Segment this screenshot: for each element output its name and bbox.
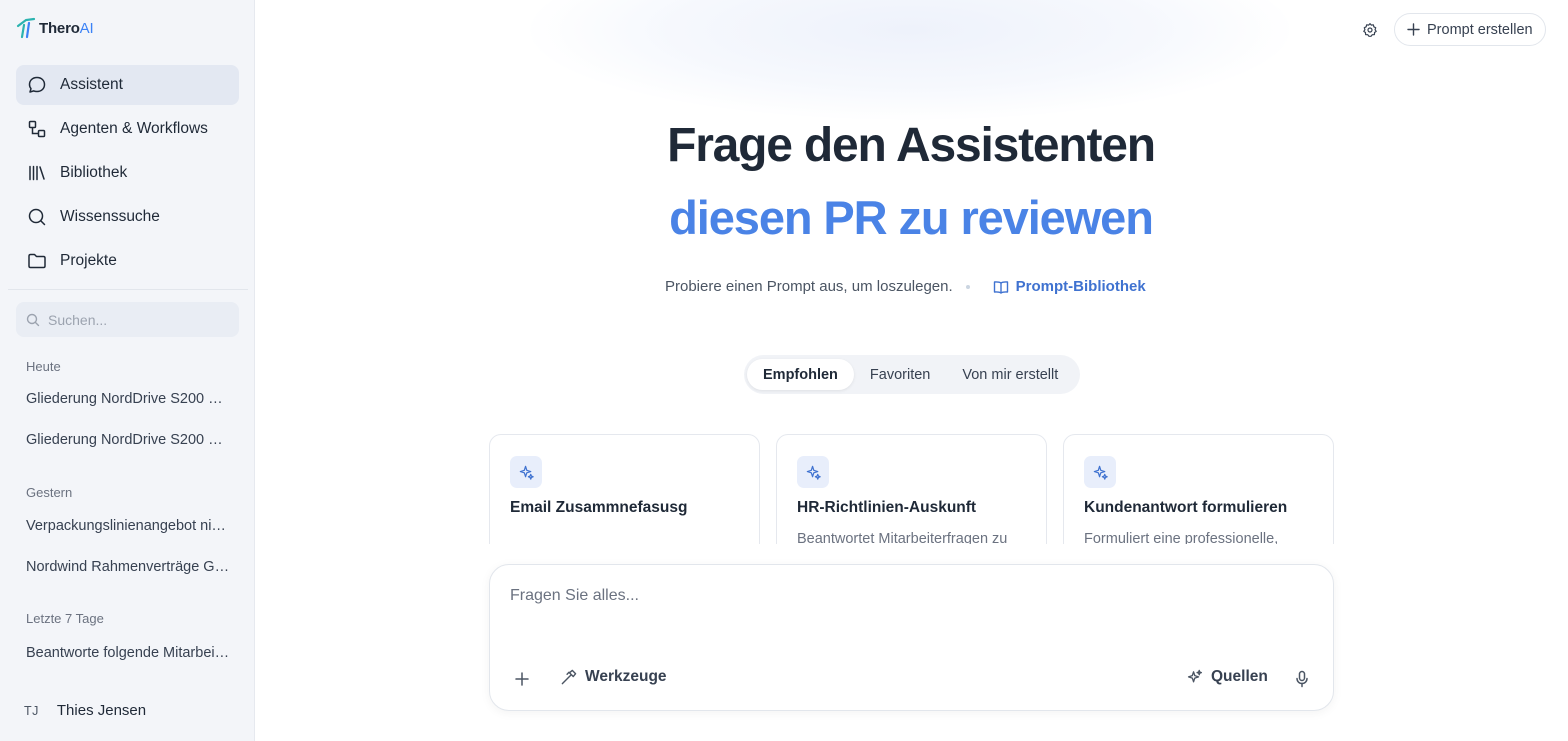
sidebar-search[interactable] [16,302,239,337]
folder-icon [28,253,46,269]
tab-empfohlen[interactable]: Empfohlen [747,359,854,390]
user-name: Thies Jensen [56,702,147,719]
prompt-card[interactable]: Email Zusammnefasusg [489,434,760,544]
history-item[interactable]: Gliederung NordDrive S200 Handbuch [26,391,231,407]
prompt-library-link[interactable]: Prompt-Bibliothek [993,278,1146,295]
history-item[interactable]: Verpackungslinienangebot nicht gefunden [26,518,231,534]
sparkles-icon [1084,456,1116,488]
create-prompt-button[interactable]: Prompt erstellen [1394,13,1546,46]
chat-bubble-icon [28,76,46,93]
nav-label: Wissenssuche [60,208,160,225]
history-item[interactable]: Nordwind Rahmenverträge Gültigkeit [26,559,231,575]
nav-item-agenten-workflows[interactable]: Agenten & Workflows [16,109,239,149]
nav-item-bibliothek[interactable]: Bibliothek [16,153,239,193]
sidebar: TheroAI Assistent Agenten & Workflows Bi… [0,0,255,741]
gear-icon [1363,23,1377,37]
attach-button[interactable] [512,669,532,689]
sparkles-icon [797,456,829,488]
logo-mark-icon [16,17,36,39]
hint-text: Probiere einen Prompt aus, um loszulegen… [665,278,953,295]
nav-label: Projekte [60,252,117,269]
nav-label: Agenten & Workflows [60,120,208,137]
history-group-title: Letzte 7 Tage [26,611,104,626]
prompt-library-label: Prompt-Bibliothek [1015,278,1146,295]
nav-item-assistent[interactable]: Assistent [16,65,239,105]
card-description: Beantwortet Mitarbeiterfragen zu [797,531,1008,544]
history-group-title: Gestern [26,485,73,500]
prompt-card[interactable]: Kundenantwort formulieren Formuliert ein… [1063,434,1334,544]
separator-dot [965,284,970,289]
logo-suffix: AI [79,19,94,37]
search-icon [26,313,40,326]
prompt-card[interactable]: HR-Richtlinien-Auskunft Beantwortet Mita… [776,434,1047,544]
tools-label: Werkzeuge [585,668,667,685]
chat-composer: Werkzeuge Quellen [489,564,1334,711]
card-description: Formuliert eine professionelle, [1084,531,1279,544]
hint-row: Probiere einen Prompt aus, um loszulegen… [665,278,1146,295]
app-logo[interactable]: TheroAI [16,17,94,39]
search-icon [28,208,46,226]
create-prompt-label: Prompt erstellen [1427,21,1533,38]
main-nav: Assistent Agenten & Workflows Bibliothek… [16,65,239,285]
settings-button[interactable] [1359,19,1381,41]
workflow-icon [28,120,46,138]
sources-label: Quellen [1211,668,1268,685]
prompt-cards: Email Zusammnefasusg HR-Richtlinien-Ausk… [489,434,1334,544]
tab-von-mir-erstellt[interactable]: Von mir erstellt [946,359,1074,390]
plus-icon [515,672,529,686]
history-item[interactable]: Gliederung NordDrive S200 Handbuch [26,432,231,448]
hammer-icon [561,669,577,684]
nav-label: Bibliothek [60,164,128,181]
card-title: Kundenantwort formulieren [1084,499,1288,516]
microphone-button[interactable] [1292,668,1312,690]
tab-favoriten[interactable]: Favoriten [854,359,946,390]
prompt-tabs: Empfohlen Favoriten Von mir erstellt [744,355,1080,394]
logo-name: Thero [39,19,80,37]
hero-subtitle: diesen PR zu reviewen [669,191,1154,244]
page-title: Frage den Assistenten [667,119,1156,172]
user-profile[interactable]: TJ Thies Jensen [24,702,146,719]
plus-icon [1407,23,1420,36]
library-icon [29,165,45,181]
sidebar-divider [8,289,248,290]
book-open-icon [993,280,1008,294]
microphone-icon [1296,670,1308,688]
history-item[interactable]: Beantworte folgende Mitarbeiterfrage [26,645,231,661]
sidebar-search-input[interactable] [48,311,228,328]
avatar: TJ [24,703,39,718]
tools-button[interactable]: Werkzeuge [560,668,667,686]
nav-item-wissenssuche[interactable]: Wissenssuche [16,197,239,237]
nav-label: Assistent [60,76,123,93]
nav-item-projekte[interactable]: Projekte [16,241,239,281]
chat-input[interactable] [510,587,1310,647]
hero-glow [530,0,1290,120]
sparkles-icon [1187,669,1203,683]
card-title: Email Zusammnefasusg [510,499,688,516]
sources-button[interactable]: Quellen [1186,668,1268,686]
card-title: HR-Richtlinien-Auskunft [797,499,977,516]
sparkles-icon [510,456,542,488]
history-group-title: Heute [26,359,61,374]
